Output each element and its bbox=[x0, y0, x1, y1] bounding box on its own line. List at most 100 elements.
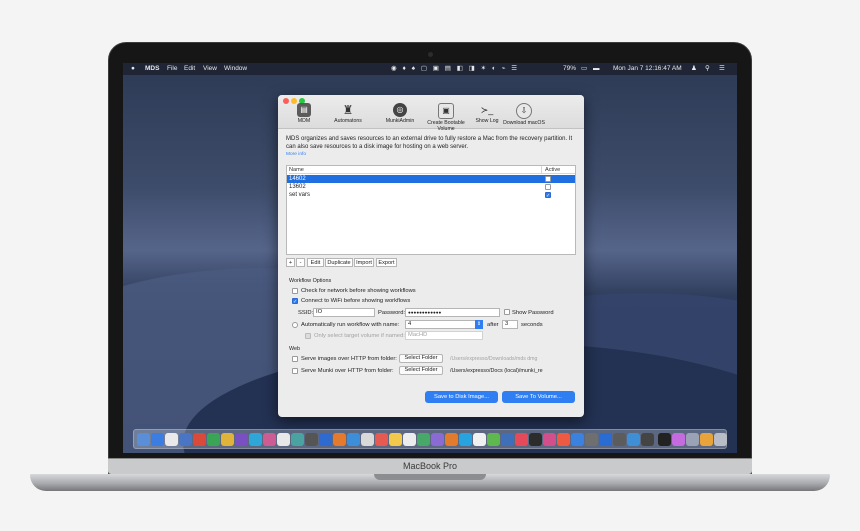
app-icon[interactable] bbox=[459, 433, 472, 446]
menu-clock[interactable]: Mon Jan 7 12:16:47 AM bbox=[613, 63, 682, 75]
app-icon[interactable] bbox=[221, 433, 234, 446]
app-icon[interactable] bbox=[207, 433, 220, 446]
app-icon[interactable] bbox=[417, 433, 430, 446]
app-icon[interactable] bbox=[686, 433, 699, 446]
export-workflow-button[interactable]: Export bbox=[376, 258, 397, 267]
serve-images-label[interactable]: Serve images over HTTP from folder: bbox=[301, 355, 397, 363]
app-icon[interactable] bbox=[291, 433, 304, 446]
toolbar-automatons-button[interactable]: ♜ Automatons bbox=[324, 103, 372, 129]
toolbar-mdm-button[interactable]: ▤ MDM bbox=[280, 103, 328, 129]
workflow-row[interactable]: set vars ✓ bbox=[287, 191, 575, 199]
app-icon[interactable] bbox=[347, 433, 360, 446]
app-icon[interactable] bbox=[193, 433, 206, 446]
password-field[interactable]: ●●●●●●●●●●●● bbox=[405, 308, 500, 317]
documents-stack-icon[interactable] bbox=[700, 433, 713, 446]
app-icon[interactable] bbox=[515, 433, 528, 446]
remove-workflow-button[interactable]: - bbox=[296, 258, 305, 267]
finder-icon[interactable] bbox=[137, 433, 150, 446]
app-icon[interactable] bbox=[473, 433, 486, 446]
app-icon[interactable] bbox=[179, 433, 192, 446]
save-to-volume-button[interactable]: Save To Volume... bbox=[502, 391, 575, 403]
workflow-active-checkbox[interactable] bbox=[545, 176, 551, 182]
app-icon[interactable] bbox=[445, 433, 458, 446]
apple-menu-icon[interactable]: ● bbox=[131, 63, 135, 75]
app-icon[interactable] bbox=[431, 433, 444, 446]
app-icon[interactable] bbox=[403, 433, 416, 446]
app-icon[interactable] bbox=[557, 433, 570, 446]
auto-run-label[interactable]: Automatically run workflow with name: bbox=[301, 321, 399, 329]
workflow-active-checkbox[interactable] bbox=[545, 184, 551, 190]
serve-images-checkbox[interactable] bbox=[292, 356, 298, 362]
delay-seconds-field[interactable]: 3 bbox=[502, 320, 518, 329]
app-icon[interactable] bbox=[263, 433, 276, 446]
app-icon[interactable] bbox=[599, 433, 612, 446]
trash-icon[interactable] bbox=[714, 433, 727, 446]
serve-munki-select-folder-button[interactable]: Select Folder bbox=[399, 366, 443, 375]
target-volume-name-field[interactable]: MacHD bbox=[405, 331, 483, 340]
battery-icon[interactable]: ▭ bbox=[581, 63, 587, 75]
auto-run-workflow-select[interactable]: 4 bbox=[405, 320, 483, 329]
app-icon[interactable] bbox=[235, 433, 248, 446]
app-icon[interactable] bbox=[585, 433, 598, 446]
column-header-active[interactable]: Active bbox=[541, 166, 560, 174]
app-icon[interactable] bbox=[305, 433, 318, 446]
app-icon[interactable] bbox=[641, 433, 654, 446]
duplicate-workflow-button[interactable]: Duplicate bbox=[325, 258, 353, 267]
toolbar-download-macos-button[interactable]: ⇩ Download macOS bbox=[498, 103, 550, 129]
auto-run-checkbox[interactable] bbox=[292, 322, 298, 328]
toolbar-create-bootable-volume-button[interactable]: ▣ Create Bootable Volume bbox=[418, 103, 474, 132]
app-icon[interactable] bbox=[375, 433, 388, 446]
only-select-target-label[interactable]: Only select target volume if named: bbox=[314, 332, 405, 340]
app-icon[interactable] bbox=[277, 433, 290, 446]
connect-wifi-label[interactable]: Connect to WiFi before showing workflows bbox=[301, 297, 410, 305]
serve-munki-label[interactable]: Serve Munki over HTTP from folder: bbox=[301, 367, 394, 375]
menu-file[interactable]: File bbox=[167, 63, 177, 75]
app-icon[interactable] bbox=[543, 433, 556, 446]
serve-images-select-folder-button[interactable]: Select Folder bbox=[399, 354, 443, 363]
column-header-name[interactable]: Name bbox=[289, 166, 304, 174]
app-icon[interactable] bbox=[627, 433, 640, 446]
terminal-dock-icon[interactable] bbox=[658, 433, 671, 446]
notification-center-icon[interactable]: ☰ bbox=[719, 63, 725, 75]
safari-icon[interactable] bbox=[151, 433, 164, 446]
workflow-active-checkbox[interactable]: ✓ bbox=[545, 192, 551, 199]
menu-edit[interactable]: Edit bbox=[184, 63, 195, 75]
flag-icon[interactable]: ▬ bbox=[593, 63, 600, 75]
check-network-label[interactable]: Check for network before showing workflo… bbox=[301, 287, 416, 295]
app-icon[interactable] bbox=[501, 433, 514, 446]
app-icon[interactable] bbox=[672, 433, 685, 446]
check-network-checkbox[interactable] bbox=[292, 288, 298, 294]
more-info-link[interactable]: More info bbox=[286, 152, 306, 157]
textedit-icon[interactable] bbox=[165, 433, 178, 446]
ssid-field[interactable]: IO bbox=[313, 308, 375, 317]
menu-app-name[interactable]: MDS bbox=[145, 63, 159, 75]
app-icon[interactable] bbox=[389, 433, 402, 446]
menu-view[interactable]: View bbox=[203, 63, 217, 75]
app-icon[interactable] bbox=[487, 433, 500, 446]
app-icon[interactable] bbox=[319, 433, 332, 446]
serve-munki-checkbox[interactable] bbox=[292, 368, 298, 374]
app-icon[interactable] bbox=[613, 433, 626, 446]
workflow-row[interactable]: 13602 bbox=[287, 183, 575, 191]
menu-window[interactable]: Window bbox=[224, 63, 247, 75]
app-icon[interactable] bbox=[529, 433, 542, 446]
only-select-target-checkbox[interactable] bbox=[305, 333, 311, 339]
workflow-row[interactable]: 14602 bbox=[287, 175, 575, 183]
edit-workflow-button[interactable]: Edit bbox=[307, 258, 324, 267]
import-workflow-button[interactable]: Import bbox=[354, 258, 374, 267]
app-icon[interactable] bbox=[571, 433, 584, 446]
save-to-disk-image-button[interactable]: Save to Disk Image... bbox=[425, 391, 498, 403]
add-workflow-button[interactable]: + bbox=[286, 258, 295, 267]
show-password-checkbox[interactable] bbox=[504, 309, 510, 315]
app-icon[interactable] bbox=[249, 433, 262, 446]
toolbar-munkiadmin-button[interactable]: ◎ MunkiAdmin bbox=[376, 103, 424, 129]
connect-wifi-checkbox[interactable]: ✓ bbox=[292, 298, 298, 305]
show-password-label[interactable]: Show Password bbox=[512, 309, 554, 317]
status-icons[interactable]: ◉ ♦ ♠ ▢ ▣ ▤ ◧ ◨ ✶ ◐ ⌁ ☰ bbox=[391, 63, 519, 75]
app-icon[interactable] bbox=[333, 433, 346, 446]
chevron-down-icon[interactable]: ⇕ bbox=[475, 320, 483, 329]
workflow-table[interactable]: Name Active 14602 13602 set vars ✓ bbox=[286, 165, 576, 255]
user-icon[interactable]: ♟ bbox=[691, 63, 697, 75]
spotlight-icon[interactable]: ⚲ bbox=[705, 63, 710, 75]
app-icon[interactable] bbox=[361, 433, 374, 446]
